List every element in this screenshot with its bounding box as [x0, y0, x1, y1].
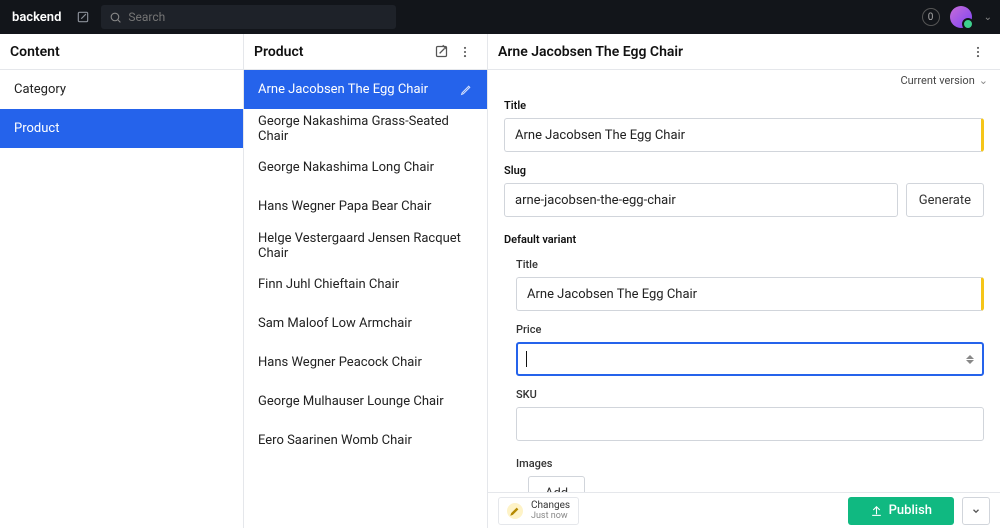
entry-item[interactable]: Hans Wegner Peacock Chair — [244, 343, 487, 382]
pencil-icon[interactable] — [460, 83, 473, 96]
topbar: backend 0 ⌄ — [0, 0, 1000, 34]
list-item-label: George Nakashima Grass-Seated Chair — [258, 114, 473, 144]
changes-title: Changes — [531, 501, 570, 511]
entry-item[interactable]: George Nakashima Long Chair — [244, 148, 487, 187]
list-item-label: Finn Juhl Chieftain Chair — [258, 277, 399, 292]
new-entry-icon[interactable] — [429, 40, 453, 64]
entries-header: Product — [244, 34, 487, 70]
entry-item[interactable]: George Mulhauser Lounge Chair — [244, 382, 487, 421]
version-select[interactable]: Current version ⌄ — [488, 70, 1000, 87]
default-variant-label: Default variant — [504, 233, 984, 246]
changes-sub: Just now — [531, 511, 570, 521]
publish-button[interactable]: Publish — [848, 497, 954, 525]
notifications-badge[interactable]: 0 — [922, 8, 940, 26]
list-item-label: Hans Wegner Papa Bear Chair — [258, 199, 431, 214]
chevron-down-icon[interactable]: ⌄ — [984, 12, 992, 23]
entry-item[interactable]: Helge Vestergaard Jensen Racquet Chair — [244, 226, 487, 265]
sku-label: SKU — [516, 388, 984, 401]
entry-item[interactable]: Hans Wegner Papa Bear Chair — [244, 187, 487, 226]
slug-input[interactable] — [504, 183, 898, 217]
search-container — [101, 5, 396, 29]
pencil-icon — [507, 503, 523, 519]
title-label: Title — [504, 99, 984, 112]
title-input[interactable] — [504, 118, 984, 152]
chevron-down-icon: ⌄ — [979, 74, 988, 87]
search-icon — [109, 11, 122, 24]
list-item-label: Sam Maloof Low Armchair — [258, 316, 412, 331]
content-types-title: Content — [10, 44, 60, 60]
detail-more-icon[interactable] — [966, 40, 990, 64]
list-item-label: Hans Wegner Peacock Chair — [258, 355, 422, 370]
entries-panel: Product Arne Jacobsen The Egg Chair Geor… — [244, 34, 488, 528]
entry-item[interactable]: George Nakashima Grass-Seated Chair — [244, 109, 487, 148]
detail-title: Arne Jacobsen The Egg Chair — [498, 44, 683, 60]
detail-panel: Arne Jacobsen The Egg Chair Current vers… — [488, 34, 1000, 528]
content-type-item-category[interactable]: Category — [0, 70, 243, 109]
list-item-label: Category — [14, 82, 66, 97]
images-label: Images — [516, 457, 984, 470]
content-type-item-product[interactable]: Product — [0, 109, 243, 148]
version-label: Current version — [900, 74, 974, 87]
publish-dropdown[interactable] — [962, 497, 990, 525]
variant-title-input[interactable] — [516, 277, 984, 311]
variant-title-label: Title — [516, 258, 984, 271]
text-cursor — [526, 351, 527, 367]
brand[interactable]: backend — [8, 10, 65, 25]
content-types-panel: Content Category Product — [0, 34, 244, 528]
edit-brand-icon[interactable] — [75, 9, 91, 25]
bottom-bar: Changes Just now Publish — [488, 492, 1000, 528]
search-input[interactable] — [128, 10, 388, 24]
publish-label: Publish — [889, 503, 932, 518]
entry-item[interactable]: Finn Juhl Chieftain Chair — [244, 265, 487, 304]
price-label: Price — [516, 323, 984, 336]
list-item-label: Helge Vestergaard Jensen Racquet Chair — [258, 231, 473, 261]
content-types-header: Content — [0, 34, 243, 70]
more-icon[interactable] — [453, 40, 477, 64]
detail-header: Arne Jacobsen The Egg Chair — [488, 34, 1000, 70]
changes-pill[interactable]: Changes Just now — [498, 497, 579, 525]
entries-title: Product — [254, 44, 303, 60]
entry-item[interactable]: Sam Maloof Low Armchair — [244, 304, 487, 343]
list-item-label: Arne Jacobsen The Egg Chair — [258, 82, 428, 97]
list-item-label: Eero Saarinen Womb Chair — [258, 433, 412, 448]
sku-input[interactable] — [516, 407, 984, 441]
list-item-label: Product — [14, 121, 59, 136]
number-stepper[interactable] — [966, 350, 978, 368]
list-item-label: George Mulhauser Lounge Chair — [258, 394, 444, 409]
generate-button[interactable]: Generate — [906, 183, 984, 217]
entry-item[interactable]: Arne Jacobsen The Egg Chair — [244, 70, 487, 109]
avatar[interactable] — [950, 6, 972, 28]
entry-item[interactable]: Eero Saarinen Womb Chair — [244, 421, 487, 460]
slug-label: Slug — [504, 164, 984, 177]
list-item-label: George Nakashima Long Chair — [258, 160, 434, 175]
price-input[interactable] — [516, 342, 984, 376]
